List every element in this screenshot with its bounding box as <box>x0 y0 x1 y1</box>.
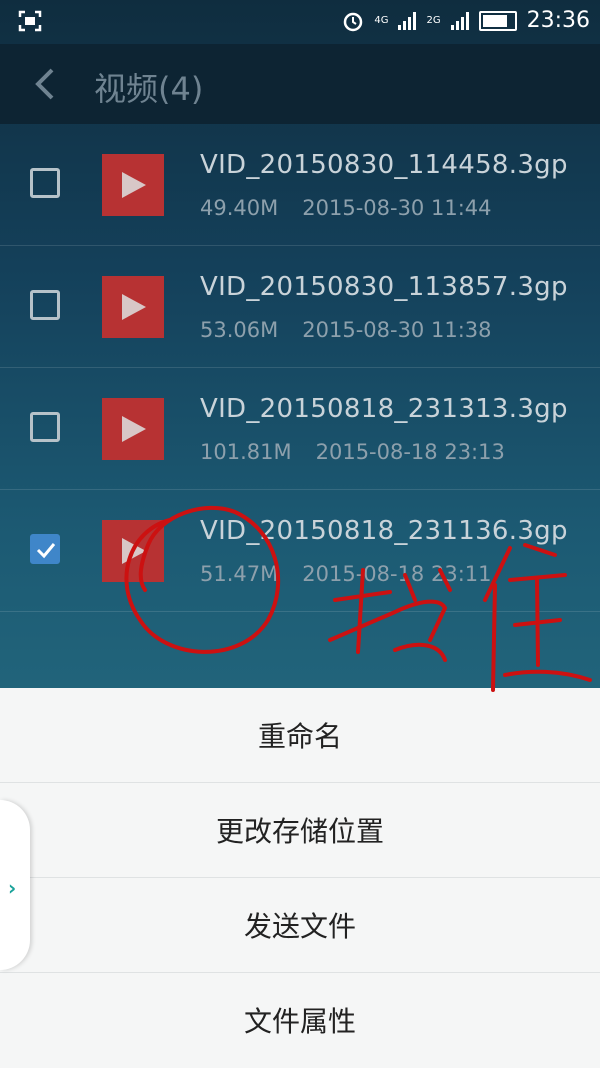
file-size: 53.06M <box>200 318 279 342</box>
menu-item-send-file[interactable]: 发送文件 <box>0 878 600 973</box>
clock: 23:36 <box>526 8 590 33</box>
menu-item-properties[interactable]: 文件属性 <box>0 973 600 1067</box>
list-item[interactable]: VID_20150818_231136.3gp 51.47M 2015-08-18… <box>0 490 600 612</box>
file-name: VID_20150830_113857.3gp <box>200 272 568 302</box>
file-name: VID_20150818_231313.3gp <box>200 394 568 424</box>
context-menu: 重命名 更改存储位置 发送文件 文件属性 <box>0 688 600 1068</box>
play-icon <box>122 294 146 320</box>
file-meta: 49.40M 2015-08-30 11:44 <box>200 196 492 220</box>
file-meta: 53.06M 2015-08-30 11:38 <box>200 318 492 342</box>
signal-icon-2 <box>450 11 469 30</box>
file-date: 2015-08-18 23:13 <box>315 440 505 464</box>
checkbox[interactable] <box>30 290 60 320</box>
list-item[interactable]: VID_20150830_114458.3gp 49.40M 2015-08-30… <box>0 124 600 246</box>
file-size: 51.47M <box>200 562 279 586</box>
page-title: 视频(4) <box>94 70 204 108</box>
file-size: 49.40M <box>200 196 279 220</box>
edge-swipe-handle[interactable]: › <box>0 800 30 970</box>
network-type-label: 4G <box>374 15 389 26</box>
status-right: 4G 2G 23:36 <box>342 8 590 33</box>
back-button[interactable] <box>30 64 60 104</box>
file-date: 2015-08-30 11:44 <box>302 196 492 220</box>
check-icon <box>36 543 56 559</box>
file-date: 2015-08-30 11:38 <box>302 318 492 342</box>
file-name: VID_20150818_231136.3gp <box>200 516 568 546</box>
menu-item-rename[interactable]: 重命名 <box>0 688 600 783</box>
status-bar: 4G 2G 23:36 <box>0 0 600 44</box>
video-thumbnail <box>102 520 164 582</box>
file-size: 101.81M <box>200 440 292 464</box>
file-meta: 101.81M 2015-08-18 23:13 <box>200 440 505 464</box>
file-name: VID_20150830_114458.3gp <box>200 150 568 180</box>
checkbox[interactable] <box>30 412 60 442</box>
signal-icon <box>398 11 417 30</box>
list-item[interactable]: VID_20150818_231313.3gp 101.81M 2015-08-1… <box>0 368 600 490</box>
list-item[interactable]: VID_20150830_113857.3gp 53.06M 2015-08-30… <box>0 246 600 368</box>
alarm-icon <box>344 12 363 31</box>
battery-icon <box>478 10 517 31</box>
play-icon <box>122 172 146 198</box>
file-meta: 51.47M 2015-08-18 23:11 <box>200 562 492 586</box>
title-bar: 视频(4) <box>0 44 600 124</box>
network-type-label-2: 2G <box>426 15 441 26</box>
screenshot-icon <box>18 10 42 32</box>
file-list: VID_20150830_114458.3gp 49.40M 2015-08-30… <box>0 124 600 612</box>
play-icon <box>122 538 146 564</box>
chevron-right-icon: › <box>8 876 17 900</box>
checkbox-checked[interactable] <box>30 534 60 564</box>
video-thumbnail <box>102 276 164 338</box>
video-thumbnail <box>102 398 164 460</box>
menu-item-change-location[interactable]: 更改存储位置 <box>0 783 600 878</box>
checkbox[interactable] <box>30 168 60 198</box>
play-icon <box>122 416 146 442</box>
file-date: 2015-08-18 23:11 <box>302 562 492 586</box>
video-thumbnail <box>102 154 164 216</box>
